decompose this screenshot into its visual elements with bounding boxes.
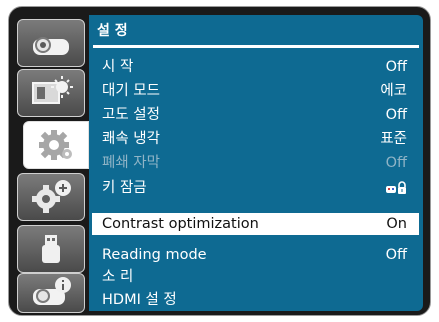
info-icon: [33, 277, 71, 305]
menu-item-value: Off: [385, 247, 407, 263]
sidebar-item-info[interactable]: [17, 273, 85, 313]
expanded-gear-icon: [32, 180, 71, 213]
menu-item-label: Contrast optimization: [102, 216, 259, 232]
menu-item-label: 고도 설정: [102, 107, 160, 123]
menu-item-hdmi-setting[interactable]: HDMI 설 정: [92, 289, 419, 311]
sidebar-item-settings[interactable]: [23, 121, 89, 169]
menu-item-value: 에코: [380, 83, 407, 99]
menu-item-value: Off: [385, 155, 407, 171]
menu-item-value: Off: [385, 107, 407, 123]
menu-item-fast-cooling[interactable]: 쾌속 냉각 표준: [92, 128, 419, 150]
menu-item-label: 폐쇄 자막: [102, 155, 160, 171]
menu-item-label: 대기 모드: [102, 83, 160, 99]
menu-item-value: Off: [385, 59, 407, 75]
menu-item-standby-mode[interactable]: 대기 모드 에코: [92, 80, 419, 102]
setting-gear-icon: [39, 130, 72, 160]
projector-icon: [33, 37, 69, 55]
menu-title: 설 정: [97, 23, 128, 39]
menu-item-label: Reading mode: [102, 247, 207, 263]
menu-item-label: 쾌속 냉각: [102, 131, 160, 147]
menu-item-label: 키 잠금: [102, 180, 147, 196]
sidebar-item-expanded[interactable]: [17, 173, 85, 221]
picture-adjust-icon: [32, 76, 73, 104]
menu-item-label: HDMI 설 정: [102, 292, 177, 308]
title-divider: [93, 45, 419, 48]
menu-item-value: 표준: [380, 131, 407, 147]
sidebar-item-projector[interactable]: [17, 19, 85, 67]
menu-item-value: On: [386, 216, 407, 232]
menu-item-label: 소 리: [102, 269, 134, 285]
osd-menu-window: 설 정 시 작 Off 대기 모드 에코 고도 설정 Off 쾌속 냉각 표준 …: [8, 6, 431, 316]
menu-item-key-lock[interactable]: 키 잠금: [92, 177, 419, 199]
lock-icon: [385, 181, 407, 195]
sidebar-item-usb[interactable]: [17, 225, 85, 273]
menu-sidebar: [17, 15, 89, 313]
menu-item-altitude[interactable]: 고도 설정 Off: [92, 104, 419, 126]
settings-panel: 설 정 시 작 Off 대기 모드 에코 고도 설정 Off 쾌속 냉각 표준 …: [89, 15, 423, 311]
usb-icon: [42, 235, 60, 263]
menu-item-closed-caption: 폐쇄 자막 Off: [92, 152, 419, 174]
menu-item-reading-mode[interactable]: Reading mode Off: [92, 244, 419, 266]
menu-item-startup[interactable]: 시 작 Off: [92, 56, 419, 78]
menu-item-label: 시 작: [102, 59, 134, 75]
menu-item-sound[interactable]: 소 리: [92, 266, 419, 288]
menu-item-contrast-optimization[interactable]: Contrast optimization On: [92, 213, 419, 235]
sidebar-item-picture[interactable]: [17, 69, 85, 117]
